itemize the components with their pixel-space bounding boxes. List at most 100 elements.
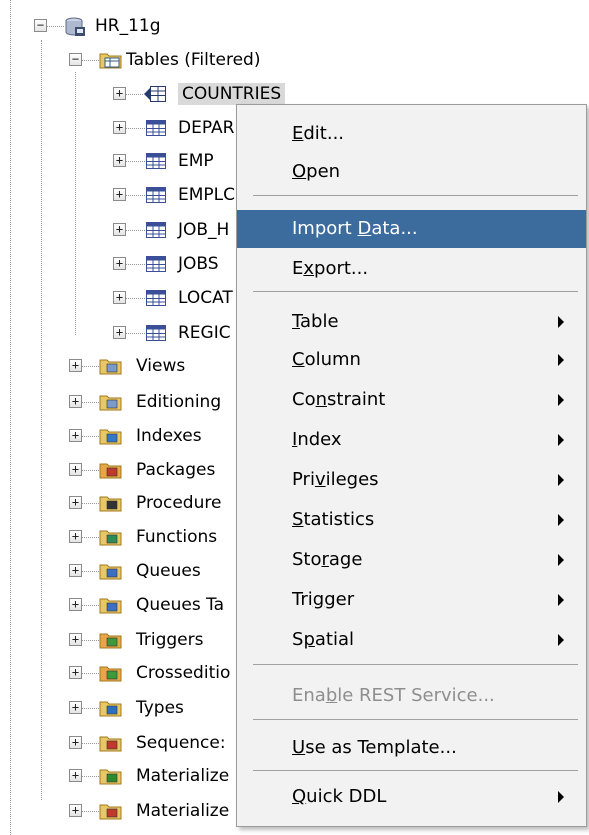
table-node-emplc-expander[interactable]: + bbox=[113, 188, 126, 201]
tree-connector bbox=[47, 26, 64, 27]
table-node-job_h-expander[interactable]: + bbox=[113, 223, 126, 236]
folder-node-1-expander[interactable]: + bbox=[69, 359, 82, 372]
connection-node[interactable]: − HR_11g bbox=[0, 11, 589, 41]
menu-separator bbox=[253, 770, 578, 771]
tree-connector bbox=[126, 195, 145, 196]
submenu-arrow-icon bbox=[558, 514, 564, 526]
menu-item-index[interactable]: Index bbox=[237, 421, 586, 459]
table-grid-icon bbox=[145, 323, 167, 343]
menu-item-constraint[interactable]: Constraint bbox=[237, 381, 586, 419]
tree-node-label: Queues Ta bbox=[136, 595, 225, 615]
folder-node-8-expander[interactable]: + bbox=[69, 598, 82, 611]
tree-connector bbox=[82, 470, 99, 471]
tree-connector bbox=[82, 571, 99, 572]
menu-item-label: Export... bbox=[292, 258, 369, 279]
table-grid-icon bbox=[145, 185, 167, 205]
table-node-emp-expander[interactable]: + bbox=[113, 154, 126, 167]
table-node-depar-expander[interactable]: + bbox=[113, 121, 126, 134]
tree-node-label: EMP bbox=[178, 151, 214, 171]
tree-connector bbox=[82, 605, 99, 606]
table-node-regic-expander[interactable]: + bbox=[113, 326, 126, 339]
menu-item-use-as-template[interactable]: Use as Template... bbox=[237, 729, 586, 767]
menu-item-label: Column bbox=[292, 349, 361, 370]
menu-item-privileges[interactable]: Privileges bbox=[237, 461, 586, 499]
folder-node-2-expander[interactable]: + bbox=[69, 395, 82, 408]
tables-folder-expander[interactable]: − bbox=[69, 53, 82, 66]
folder-node-10-expander[interactable]: + bbox=[69, 666, 82, 679]
menu-item-quick-ddl[interactable]: Quick DDL bbox=[237, 778, 586, 816]
tree-node-label: EMPLC bbox=[178, 185, 236, 205]
submenu-arrow-icon bbox=[558, 554, 564, 566]
table-node-jobs-expander[interactable]: + bbox=[113, 257, 126, 270]
menu-item-label: Trigger bbox=[292, 589, 355, 610]
tree-node-label: Queues bbox=[136, 561, 201, 581]
menu-item-open[interactable]: Open bbox=[237, 153, 586, 191]
tree-node-label: Procedure bbox=[136, 493, 222, 513]
folder-node-13-expander[interactable]: + bbox=[69, 769, 82, 782]
tree-node-label: Materialize bbox=[136, 766, 230, 786]
triggers-icon bbox=[99, 630, 122, 650]
folder-node-9-expander[interactable]: + bbox=[69, 633, 82, 646]
menu-item-label: Spatial bbox=[292, 629, 354, 650]
menu-item-label: Enable REST Service... bbox=[292, 685, 495, 706]
table-grid-icon bbox=[145, 288, 167, 308]
tree-connector bbox=[82, 640, 99, 641]
menu-item-label: Use as Template... bbox=[292, 737, 457, 758]
folder-node-3-expander[interactable]: + bbox=[69, 429, 82, 442]
folder-node-4-expander[interactable]: + bbox=[69, 463, 82, 476]
tree-node-label: Triggers bbox=[136, 630, 204, 650]
sequences-icon bbox=[99, 733, 122, 753]
folder-node-6-expander[interactable]: + bbox=[69, 530, 82, 543]
crossedition-triggers-icon bbox=[99, 663, 122, 683]
menu-item-statistics[interactable]: Statistics bbox=[237, 501, 586, 539]
tree-node-label: Functions bbox=[136, 527, 218, 547]
tree-node-label: Editioning bbox=[136, 392, 222, 412]
table-grid-icon bbox=[145, 254, 167, 274]
table-grid-icon bbox=[145, 220, 167, 240]
tree-node-label: Indexes bbox=[136, 426, 202, 446]
views-icon bbox=[99, 356, 122, 376]
menu-item-import-data[interactable]: Import Data... bbox=[237, 210, 586, 248]
folder-node-14-expander[interactable]: + bbox=[69, 804, 82, 817]
tree-connector bbox=[126, 298, 145, 299]
menu-item-column[interactable]: Column bbox=[237, 341, 586, 379]
menu-item-label: Statistics bbox=[292, 509, 375, 530]
menu-item-storage[interactable]: Storage bbox=[237, 541, 586, 579]
tree-node-label: JOB_H bbox=[178, 220, 230, 240]
folder-node-11-expander[interactable]: + bbox=[69, 701, 82, 714]
packages-icon bbox=[99, 460, 122, 480]
tree-node-label: Types bbox=[136, 698, 184, 718]
menu-item-label: Table bbox=[292, 311, 339, 332]
tree-connector bbox=[126, 128, 145, 129]
indexes-icon bbox=[99, 426, 122, 446]
menu-item-label: Constraint bbox=[292, 389, 386, 410]
submenu-arrow-icon bbox=[558, 594, 564, 606]
menu-item-edit[interactable]: Edit... bbox=[237, 115, 586, 153]
menu-item-label: Import Data... bbox=[292, 218, 418, 239]
tree-connector bbox=[82, 743, 99, 744]
table-node-locat-expander[interactable]: + bbox=[113, 291, 126, 304]
folder-node-12-expander[interactable]: + bbox=[69, 736, 82, 749]
tree-connector bbox=[82, 708, 99, 709]
tree-node-label: JOBS bbox=[178, 254, 219, 274]
menu-item-table[interactable]: Table bbox=[237, 303, 586, 341]
tree-connector bbox=[82, 503, 99, 504]
folder-node-7-expander[interactable]: + bbox=[69, 564, 82, 577]
submenu-arrow-icon bbox=[558, 474, 564, 486]
folder-node-5-expander[interactable]: + bbox=[69, 496, 82, 509]
menu-item-export[interactable]: Export... bbox=[237, 250, 586, 288]
menu-item-trigger[interactable]: Trigger bbox=[237, 581, 586, 619]
table-arrow-icon bbox=[143, 84, 166, 104]
tree-node-label: Tables (Filtered) bbox=[126, 50, 261, 70]
tree-connector bbox=[82, 402, 99, 403]
tree-connector bbox=[126, 94, 143, 95]
menu-separator bbox=[253, 195, 578, 196]
menu-item-spatial[interactable]: Spatial bbox=[237, 621, 586, 659]
connection-expander[interactable]: − bbox=[34, 19, 47, 32]
tree-connector bbox=[126, 230, 145, 231]
table-grid-icon bbox=[145, 118, 167, 138]
editioning-views-icon bbox=[99, 392, 122, 412]
menu-separator bbox=[253, 291, 578, 292]
table-node-countries-expander[interactable]: + bbox=[113, 87, 126, 100]
submenu-arrow-icon bbox=[558, 394, 564, 406]
